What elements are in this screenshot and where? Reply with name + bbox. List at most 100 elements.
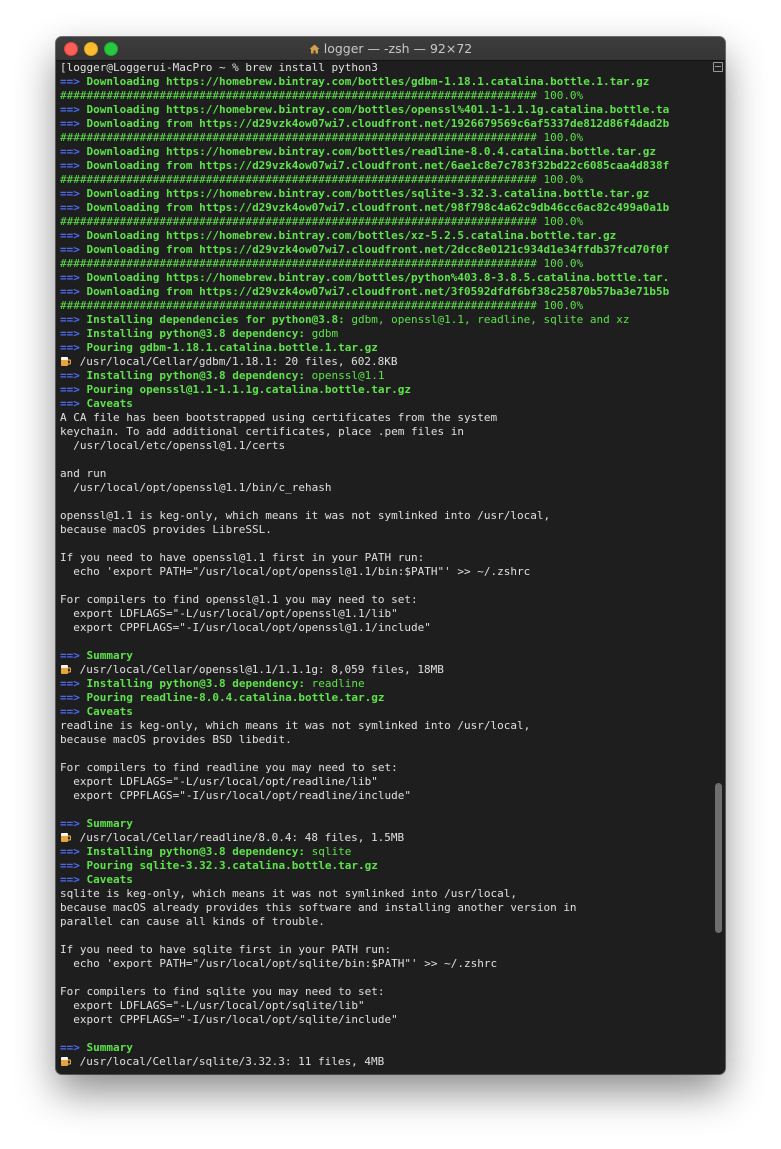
output-text: /usr/local/opt/openssl@1.1/bin/c_rehash: [60, 481, 332, 494]
output-text: export CPPFLAGS="-I/usr/local/opt/readli…: [60, 789, 411, 802]
terminal-line: /usr/local/etc/openssl@1.1/certs: [60, 439, 710, 453]
terminal-line: If you need to have openssl@1.1 first in…: [60, 551, 710, 565]
terminal-line: echo 'export PATH="/usr/local/opt/openss…: [60, 565, 710, 579]
terminal-line: ==> Summary: [60, 649, 710, 663]
split-pane-button[interactable]: [713, 62, 723, 72]
arrow-prompt-icon: ==>: [60, 159, 87, 172]
terminal-line: For compilers to find sqlite you may nee…: [60, 985, 710, 999]
terminal-line: ==> Installing python@3.8 dependency: re…: [60, 677, 710, 691]
status-message: Downloading from https://d29vzk4ow07wi7.…: [86, 117, 670, 130]
terminal-line: ==> Downloading https://homebrew.bintray…: [60, 103, 710, 117]
terminal-line: ==> Caveats: [60, 397, 710, 411]
arrow-prompt-icon: ==>: [60, 845, 87, 858]
status-detail: gdbm: [311, 327, 339, 340]
terminal-line: because macOS provides LibreSSL.: [60, 523, 710, 537]
terminal-line: ########################################…: [60, 215, 710, 229]
terminal-line: ==> Downloading https://homebrew.bintray…: [60, 187, 710, 201]
arrow-prompt-icon: ==>: [60, 229, 87, 242]
title-bar[interactable]: logger — -zsh — 92×72: [56, 37, 725, 61]
arrow-prompt-icon: ==>: [60, 75, 87, 88]
output-text: echo 'export PATH="/usr/local/opt/openss…: [60, 565, 531, 578]
status-message: Caveats: [86, 397, 133, 410]
arrow-prompt-icon: ==>: [60, 397, 87, 410]
beer-mug-icon: [61, 1057, 71, 1066]
terminal-line: ==> Caveats: [60, 705, 710, 719]
terminal-line: ==> Caveats: [60, 873, 710, 887]
terminal-line: export CPPFLAGS="-I/usr/local/opt/readli…: [60, 789, 710, 803]
status-message: Pouring gdbm-1.18.1.catalina.bottle.1.ta…: [86, 341, 378, 354]
terminal-line: export CPPFLAGS="-I/usr/local/opt/openss…: [60, 621, 710, 635]
install-summary: /usr/local/Cellar/openssl@1.1/1.1.1g: 8,…: [79, 663, 444, 676]
arrow-prompt-icon: ==>: [60, 103, 87, 116]
status-message: Caveats: [86, 705, 133, 718]
status-detail: gdbm, openssl@1.1, readline, sqlite and …: [351, 313, 630, 326]
arrow-prompt-icon: ==>: [60, 705, 87, 718]
status-message: Downloading from https://d29vzk4ow07wi7.…: [86, 285, 670, 298]
terminal-line: ==> Downloading from https://d29vzk4ow07…: [60, 117, 710, 131]
status-message: Downloading https://homebrew.bintray.com…: [86, 229, 617, 242]
terminal-line: ==> Downloading from https://d29vzk4ow07…: [60, 285, 710, 299]
beer-mug-icon: [61, 833, 71, 842]
arrow-prompt-icon: ==>: [60, 1041, 87, 1054]
beer-mug-icon: [61, 665, 71, 674]
output-text: because macOS provides LibreSSL.: [60, 523, 272, 536]
terminal-line: For compilers to find readline you may n…: [60, 761, 710, 775]
status-detail: openssl@1.1: [311, 369, 385, 382]
terminal-line: ==> Downloading https://homebrew.bintray…: [60, 145, 710, 159]
arrow-prompt-icon: ==>: [60, 341, 87, 354]
output-text: export LDFLAGS="-L/usr/local/opt/sqlite/…: [60, 999, 365, 1012]
scrollbar-track[interactable]: [712, 61, 725, 1074]
window-title-wrap: logger — -zsh — 92×72: [56, 41, 725, 56]
terminal-line: ==> Pouring openssl@1.1-1.1.1g.catalina.…: [60, 383, 710, 397]
arrow-prompt-icon: ==>: [60, 859, 87, 872]
terminal-line: ==> Downloading from https://d29vzk4ow07…: [60, 159, 710, 173]
terminal-line: because macOS already provides this soft…: [60, 901, 710, 915]
scrollbar-thumb[interactable]: [715, 783, 722, 933]
output-text: If you need to have sqlite first in your…: [60, 943, 392, 956]
terminal-line: ==> Installing python@3.8 dependency: op…: [60, 369, 710, 383]
status-message: Pouring sqlite-3.32.3.catalina.bottle.ta…: [86, 859, 378, 872]
output-text: and run: [60, 467, 107, 480]
terminal-line: ==> Installing dependencies for python@3…: [60, 313, 710, 327]
terminal-line: echo 'export PATH="/usr/local/opt/sqlite…: [60, 957, 710, 971]
progress-bar-text: ########################################…: [60, 215, 584, 228]
arrow-prompt-icon: ==>: [60, 369, 87, 382]
arrow-prompt-icon: ==>: [60, 201, 87, 214]
progress-bar-text: ########################################…: [60, 131, 584, 144]
arrow-prompt-icon: ==>: [60, 117, 87, 130]
output-text: echo 'export PATH="/usr/local/opt/sqlite…: [60, 957, 498, 970]
output-text: For compilers to find openssl@1.1 you ma…: [60, 593, 418, 606]
progress-bar-text: ########################################…: [60, 257, 584, 270]
terminal-line: ==> Downloading from https://d29vzk4ow07…: [60, 243, 710, 257]
house-icon: [309, 44, 320, 54]
terminal-line: ==> Downloading https://homebrew.bintray…: [60, 229, 710, 243]
terminal-line: ==> Summary: [60, 1041, 710, 1055]
terminal-line: ########################################…: [60, 173, 710, 187]
terminal-line: and run: [60, 467, 710, 481]
terminal-line: ==> Installing python@3.8 dependency: sq…: [60, 845, 710, 859]
terminal-line: A CA file has been bootstrapped using ce…: [60, 411, 710, 425]
output-text: export CPPFLAGS="-I/usr/local/opt/sqlite…: [60, 1013, 398, 1026]
terminal-line: ==> Pouring gdbm-1.18.1.catalina.bottle.…: [60, 341, 710, 355]
status-message: Installing python@3.8 dependency:: [86, 327, 312, 340]
arrow-prompt-icon: ==>: [60, 327, 87, 340]
terminal-line: /usr/local/Cellar/gdbm/1.18.1: 20 files,…: [60, 355, 710, 369]
terminal-line: ########################################…: [60, 299, 710, 313]
terminal-output[interactable]: [logger@Loggerui-MacPro ~ % brew install…: [60, 61, 710, 1071]
window-title: logger — -zsh — 92×72: [323, 41, 473, 56]
arrow-prompt-icon: ==>: [60, 649, 87, 662]
output-text: A CA file has been bootstrapped using ce…: [60, 411, 498, 424]
terminal-window: logger — -zsh — 92×72 [logger@Loggerui-M…: [56, 37, 725, 1074]
terminal-line: /usr/local/Cellar/openssl@1.1/1.1.1g: 8,…: [60, 663, 710, 677]
arrow-prompt-icon: ==>: [60, 145, 87, 158]
arrow-prompt-icon: ==>: [60, 383, 87, 396]
beer-mug-icon: [61, 357, 71, 366]
output-text: keychain. To add additional certificates…: [60, 425, 464, 438]
status-message: Installing dependencies for python@3.8:: [86, 313, 352, 326]
status-message: Summary: [86, 649, 133, 662]
progress-bar-text: ########################################…: [60, 173, 584, 186]
